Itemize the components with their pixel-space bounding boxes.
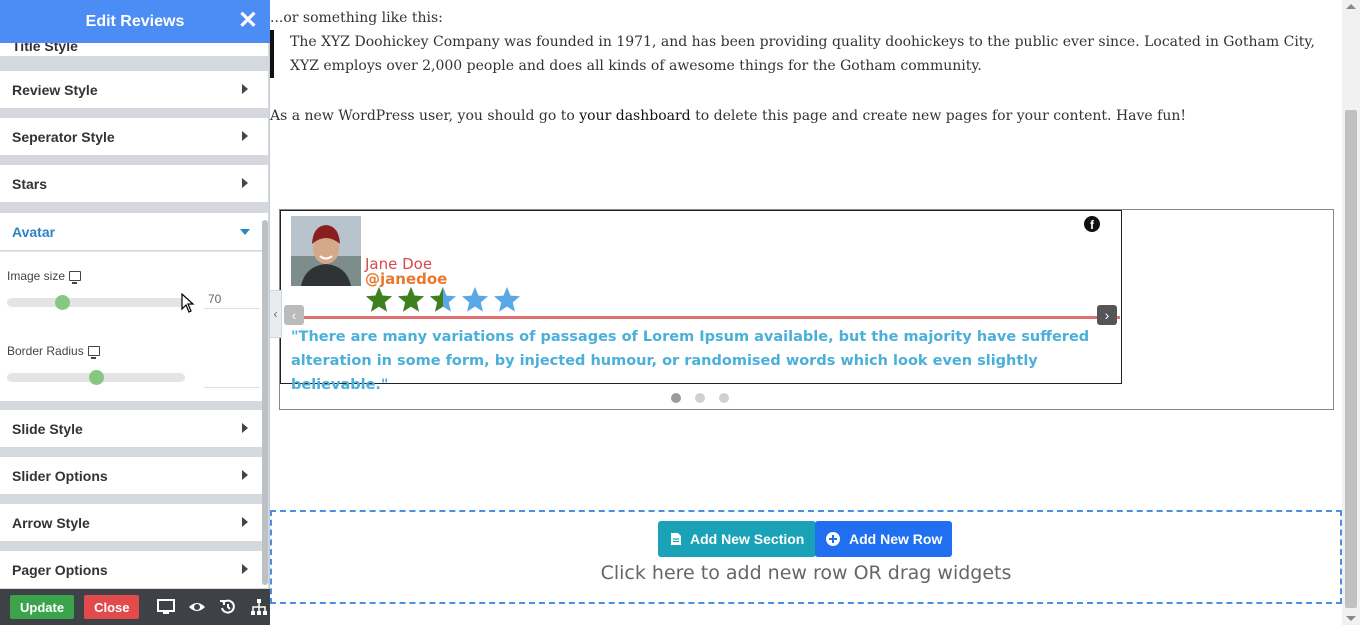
prev-slide-button[interactable]: ‹ [284,305,304,325]
section-pager-options[interactable]: Pager Options [0,551,268,588]
scrollbar-thumb[interactable] [1345,110,1357,608]
pager-dot[interactable] [695,393,705,403]
pager-dot[interactable] [671,393,681,403]
panel-title: Edit Reviews [85,12,185,30]
drop-zone-text[interactable]: Click here to add new row OR drag widget… [270,562,1342,584]
add-new-row-button[interactable]: Add New Row [815,521,953,557]
desktop-icon [87,346,100,359]
slider-pager [671,393,729,403]
close-icon[interactable]: ✕ [238,9,258,33]
scroll-up-icon[interactable] [1346,4,1356,9]
section-stars[interactable]: Stars [0,165,268,202]
chevron-right-icon [242,84,248,94]
blockquote: The XYZ Doohickey Company was founded in… [270,30,1334,78]
avatar [291,216,361,286]
add-row-label: Add New Row [849,531,943,547]
pager-dot[interactable] [719,393,729,403]
slider-handle[interactable] [88,370,104,385]
avatar-settings: Image size 70 Border Radius [0,251,268,401]
section-arrow-style[interactable]: Arrow Style [0,504,268,541]
section-slide-style[interactable]: Slide Style [0,410,268,447]
next-slide-button[interactable]: › [1097,305,1117,325]
section-label: Pager Options [12,561,108,578]
section-label: Seperator Style [12,128,115,145]
slider-handle[interactable] [54,295,70,310]
border-radius-input[interactable] [204,368,260,388]
close-button[interactable]: Close [84,595,140,619]
chevron-right-icon [242,517,248,527]
section-slider-options[interactable]: Slider Options [0,457,268,494]
plus-circle-icon [826,532,840,546]
image-size-label: Image size [7,269,82,284]
footer-icons [157,598,268,616]
section-label: Title Style [12,43,78,54]
panel-header: Edit Reviews ✕ [0,0,270,43]
image-size-input[interactable]: 70 [204,289,260,309]
star-icon [398,287,424,312]
star-rating [365,286,521,314]
section-label: Slider Options [12,467,108,484]
section-avatar[interactable]: Avatar [0,213,268,250]
border-radius-label: Border Radius [7,344,100,359]
section-label: Review Style [12,81,98,98]
eye-icon[interactable] [188,598,206,616]
desktop-icon [69,271,82,284]
document-icon [671,533,681,545]
collapse-panel-handle[interactable]: ‹ [270,290,282,338]
section-title-style[interactable]: Title Style [0,43,268,56]
chevron-down-icon [240,229,250,235]
panel-footer: Update Close [0,589,270,625]
chevron-right-icon [242,131,248,141]
facebook-icon[interactable]: f [1084,216,1100,232]
intro-text: ...or something like this: [270,10,443,26]
editor-panel: Edit Reviews ✕ Title Style Review Style … [0,0,270,625]
section-label: Stars [12,175,48,192]
section-label: Slide Style [12,420,83,437]
review-separator [284,316,1120,319]
panel-body: Title Style Review Style Seperator Style… [0,43,270,589]
history-icon[interactable] [219,598,237,616]
section-label: Arrow Style [12,514,90,531]
chevron-right-icon [242,470,248,480]
chevron-right-icon [242,423,248,433]
desktop-preview-icon[interactable] [157,598,176,616]
star-icon [494,287,520,312]
image-size-slider[interactable] [7,295,185,310]
section-review-style[interactable]: Review Style [0,71,268,108]
add-section-label: Add New Section [690,531,805,547]
section-seperator-style[interactable]: Seperator Style [0,118,268,155]
sitemap-icon[interactable] [250,598,268,616]
dashboard-link[interactable]: your dashboard [579,108,690,124]
page-preview: ...or something like this: The XYZ Doohi… [270,0,1342,625]
star-icon [430,287,456,312]
border-radius-slider[interactable] [7,370,185,385]
panel-scrollbar[interactable] [262,220,268,585]
chevron-right-icon [242,178,248,188]
paragraph: As a new WordPress user, you should go t… [270,108,1187,124]
star-icon [462,287,488,312]
add-new-section-button[interactable]: Add New Section [658,521,817,557]
section-label: Avatar [12,223,56,240]
update-button[interactable]: Update [10,595,75,619]
chevron-right-icon [242,564,248,574]
scroll-down-icon[interactable] [1346,616,1356,621]
page-scrollbar[interactable] [1342,0,1360,625]
star-icon [366,287,392,312]
review-text: "There are many variations of passages o… [291,329,1090,393]
